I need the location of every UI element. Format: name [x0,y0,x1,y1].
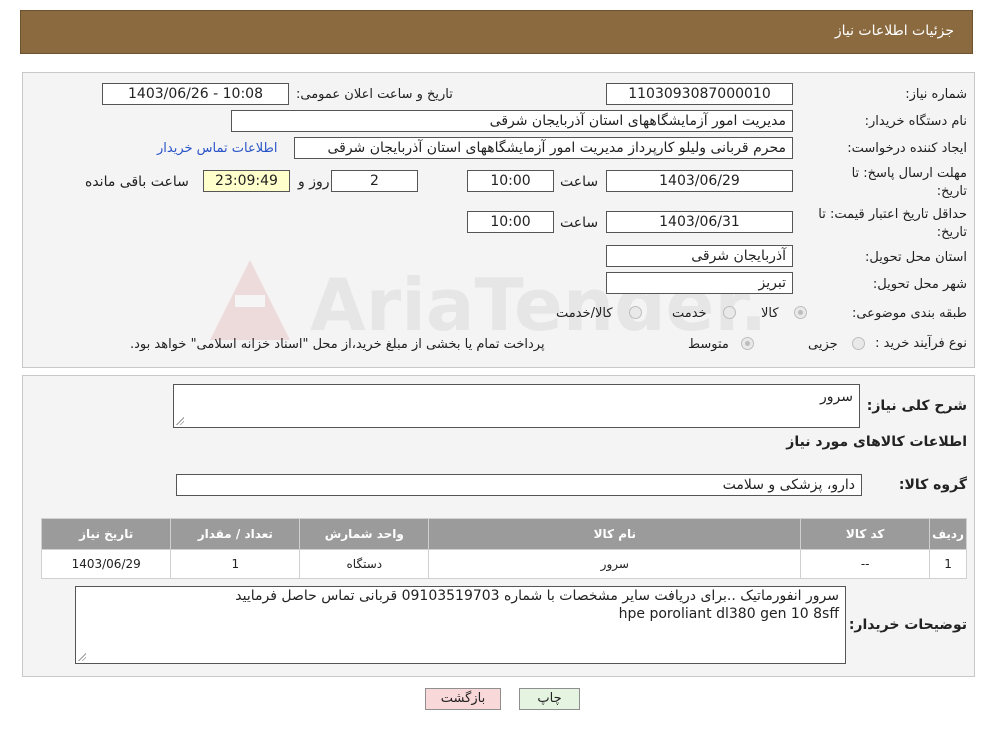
validity-time-field: 10:00 [467,211,554,233]
category-radio-goods[interactable] [794,306,807,319]
summary-textarea: سرور [173,384,860,428]
validity-time-label: ساعت [560,215,599,231]
buyer-notes-label: توضیحات خریدار: [848,617,967,633]
deadline-date-field: 1403/06/29 [606,170,793,192]
announce-datetime-field: 1403/06/26 - 10:08 [102,83,289,105]
page-header: جزئیات اطلاعات نیاز [20,10,973,54]
process-radio-medium[interactable] [741,337,754,350]
col-header-need-date: تاریخ نیاز [40,518,172,550]
buyer-org-field: مدیریت امور آزمایشگاههای استان آذربایجان… [231,110,793,132]
deadline-time-field: 10:00 [467,170,554,192]
col-header-quantity: تعداد / مقدار [170,518,301,550]
validity-label: حداقل تاریخ اعتبار قیمت: تا [818,207,967,222]
col-header-unit: واحد شمارش [299,518,430,550]
city-label: شهر محل تحویل: [872,277,967,292]
deadline-label: مهلت ارسال پاسخ: تا [851,166,967,181]
col-header-row-number: ردیف [929,518,967,550]
goods-table: ردیف کد کالا نام کالا واحد شمارش تعداد /… [40,518,967,579]
resize-grip-icon[interactable] [176,417,184,425]
days-label: روز و [298,174,330,190]
process-option-minor: جزیی [808,337,838,352]
cell-need-date: 1403/06/29 [40,549,172,579]
validity-label-date: تاریخ: [936,225,967,240]
category-option-service: خدمت [672,306,707,321]
deadline-label-date: تاریخ: [936,184,967,199]
announce-label: تاریخ و ساعت اعلان عمومی: [296,87,453,102]
deadline-time-label: ساعت [560,174,599,190]
col-header-item-code: کد کالا [800,518,931,550]
resize-grip-icon[interactable] [78,653,86,661]
table-row: 1 -- سرور دستگاه 1 1403/06/29 [40,549,967,579]
goods-info-title: اطلاعات کالاهای مورد نیاز [786,434,967,450]
province-label: استان محل تحویل: [865,250,967,265]
need-number-field: 1103093087000010 [606,83,793,105]
buyer-notes-line-2: hpe poroliant dl380 gen 10 8sff [618,606,839,622]
buyer-notes-line-1: سرور انفورماتیک ..برای دریافت سایر مشخصا… [235,588,839,604]
buyer-org-label: نام دستگاه خریدار: [864,114,967,129]
validity-date-field: 1403/06/31 [606,211,793,233]
category-option-goods-service: کالا/خدمت [556,306,613,321]
summary-label: شرح کلی نیاز: [866,398,967,414]
process-radio-minor[interactable] [852,337,865,350]
remaining-time-field: 23:09:49 [203,170,290,192]
city-field: تبریز [606,272,793,294]
cell-quantity: 1 [170,549,301,579]
requester-field: محرم قربانی ولیلو کارپرداز مدیریت امور آ… [294,137,793,159]
cell-unit: دستگاه [299,549,430,579]
category-radio-service[interactable] [723,306,736,319]
remaining-label: ساعت باقی مانده [85,174,189,190]
buyer-notes-textarea: سرور انفورماتیک ..برای دریافت سایر مشخصا… [75,586,846,664]
col-header-item-name: نام کالا [428,518,802,550]
back-button[interactable]: بازگشت [425,688,501,710]
goods-table-header-row: ردیف کد کالا نام کالا واحد شمارش تعداد /… [40,518,967,550]
category-radio-goods-service[interactable] [629,306,642,319]
category-label: طبقه بندی موضوعی: [851,306,967,321]
cell-item-name: سرور [428,549,802,579]
category-option-goods: کالا [761,306,779,321]
goods-group-label: گروه کالا: [898,477,967,493]
days-remaining-field: 2 [331,170,418,192]
process-note: پرداخت تمام یا بخشی از مبلغ خرید،از محل … [130,337,545,352]
requester-label: ایجاد کننده درخواست: [847,141,967,156]
buyer-contact-link[interactable]: اطلاعات تماس خریدار [157,141,277,156]
process-option-medium: متوسط [688,337,729,352]
cell-row-number: 1 [929,549,967,579]
need-number-label: شماره نیاز: [905,87,967,102]
province-field: آذربایجان شرقی [606,245,793,267]
cell-item-code: -- [800,549,931,579]
goods-group-field: دارو، پزشکی و سلامت [176,474,862,496]
process-label: نوع فرآیند خرید : [875,336,967,351]
page-title: جزئیات اطلاعات نیاز [834,23,954,39]
print-button[interactable]: چاپ [519,688,580,710]
